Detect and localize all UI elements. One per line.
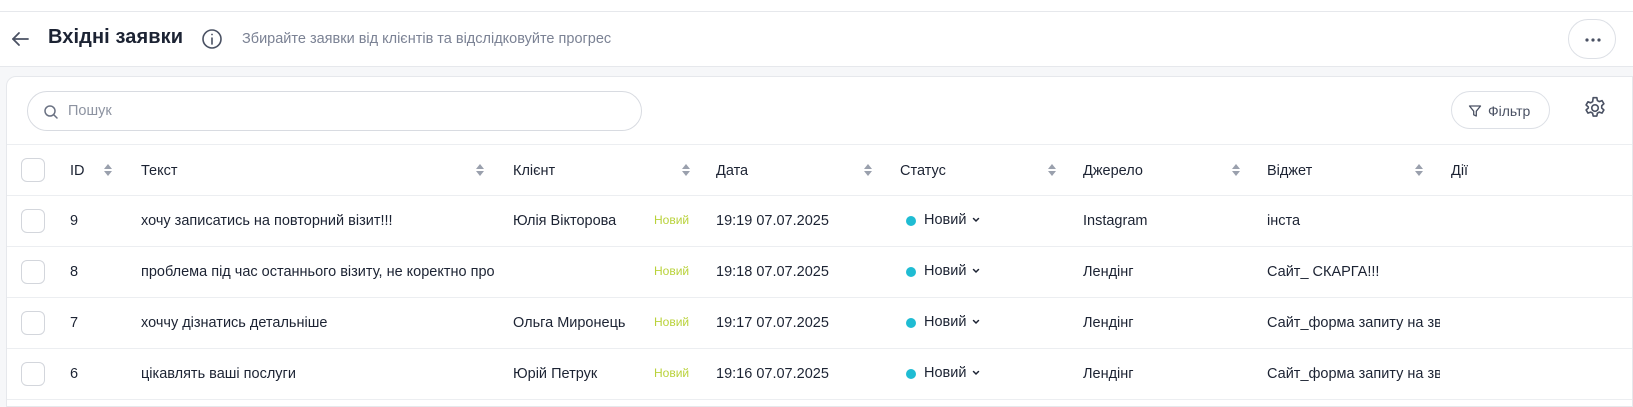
- status-dot: [906, 318, 916, 328]
- gear-icon[interactable]: [1582, 95, 1608, 121]
- sort-icon[interactable]: [103, 162, 113, 178]
- row-id: 9: [70, 213, 79, 229]
- row-checkbox[interactable]: [21, 311, 45, 335]
- row-date: 19:19 07.07.2025: [716, 213, 829, 229]
- row-widget: інста: [1267, 213, 1301, 229]
- row-date: 19:17 07.07.2025: [716, 315, 829, 331]
- client-status-badge: Новий: [654, 264, 690, 278]
- row-id: 6: [70, 366, 79, 382]
- status-label: Новий: [924, 212, 967, 228]
- row-text[interactable]: хоччу дізнатись детальніше: [141, 315, 501, 331]
- row-id: 7: [70, 315, 79, 331]
- column-header-status[interactable]: Статус: [900, 163, 946, 179]
- page-subtitle: Збирайте заявки від клієнтів та відслідк…: [242, 31, 612, 47]
- table-row[interactable]: 8 проблема під час останнього візиту, не…: [7, 247, 1632, 298]
- sort-icon[interactable]: [1414, 162, 1424, 178]
- row-checkbox[interactable]: [21, 362, 45, 386]
- row-text[interactable]: цікавлять ваші послуги: [141, 366, 501, 382]
- client-status-badge: Новий: [654, 213, 690, 227]
- row-text[interactable]: хочу записатись на повторний візит!!!: [141, 213, 501, 229]
- column-header-source[interactable]: Джерело: [1083, 163, 1143, 179]
- row-client[interactable]: Юлія Вікторова: [513, 213, 648, 229]
- page-title: Вхідні заявки: [48, 26, 184, 48]
- page-header: Вхідні заявки Збирайте заявки від клієнт…: [0, 12, 1633, 67]
- status-label: Новий: [924, 263, 967, 279]
- row-client[interactable]: Ольга Миронець: [513, 315, 648, 331]
- status-dot: [906, 216, 916, 226]
- client-status-badge: Новий: [654, 315, 690, 329]
- filter-button[interactable]: Фільтр: [1451, 91, 1550, 129]
- status-dropdown[interactable]: Новий: [900, 362, 990, 386]
- status-label: Новий: [924, 314, 967, 330]
- status-dropdown[interactable]: Новий: [900, 260, 990, 284]
- row-widget: Сайт_форма запиту на зво: [1267, 366, 1440, 382]
- sort-icon[interactable]: [863, 162, 873, 178]
- more-horizontal-icon: [1585, 38, 1601, 42]
- table-header: ID Текст Клієнт Дата Статус Джерело Відж…: [7, 144, 1632, 196]
- status-dot: [906, 369, 916, 379]
- row-checkbox[interactable]: [21, 260, 45, 284]
- row-widget: Сайт_ СКАРГА!!!: [1267, 264, 1380, 280]
- column-header-id[interactable]: ID: [70, 163, 85, 179]
- row-source: Лендінг: [1083, 315, 1134, 331]
- sort-icon[interactable]: [681, 162, 691, 178]
- top-strip: [0, 0, 1633, 12]
- more-actions-button[interactable]: [1568, 19, 1616, 59]
- status-dropdown[interactable]: Новий: [900, 209, 990, 233]
- row-id: 8: [70, 264, 79, 280]
- row-source: Лендінг: [1083, 366, 1134, 382]
- chevron-down-icon: [972, 268, 980, 274]
- row-date: 19:18 07.07.2025: [716, 264, 829, 280]
- column-header-actions: Дії: [1451, 163, 1469, 179]
- sort-icon[interactable]: [1231, 162, 1241, 178]
- info-icon[interactable]: [200, 27, 224, 51]
- chevron-down-icon: [972, 217, 980, 223]
- search-box[interactable]: [27, 91, 642, 131]
- chevron-down-icon: [972, 370, 980, 376]
- table-row[interactable]: 6 цікавлять ваші послуги Юрій Петрук Нов…: [7, 349, 1632, 400]
- row-source: Instagram: [1083, 213, 1148, 229]
- arrow-left-icon[interactable]: [8, 27, 32, 51]
- client-status-badge: Новий: [654, 366, 690, 380]
- status-dot: [906, 267, 916, 277]
- row-widget: Сайт_форма запиту на зво: [1267, 315, 1440, 331]
- search-input[interactable]: [68, 100, 628, 122]
- table-row[interactable]: 7 хоччу дізнатись детальніше Ольга Мирон…: [7, 298, 1632, 349]
- row-client[interactable]: Юрій Петрук: [513, 366, 648, 382]
- column-header-date[interactable]: Дата: [716, 163, 748, 179]
- table-row[interactable]: 9 хочу записатись на повторний візит!!! …: [7, 196, 1632, 247]
- column-header-widget[interactable]: Віджет: [1267, 163, 1312, 179]
- row-source: Лендінг: [1083, 264, 1134, 280]
- sort-icon[interactable]: [1047, 162, 1057, 178]
- filter-icon: [1468, 105, 1482, 117]
- filter-label: Фільтр: [1488, 103, 1531, 119]
- sort-icon[interactable]: [475, 162, 485, 178]
- row-text[interactable]: проблема під час останнього візиту, не к…: [141, 264, 501, 280]
- column-header-client[interactable]: Клієнт: [513, 163, 555, 179]
- select-all-checkbox[interactable]: [21, 158, 45, 182]
- requests-card: Фільтр ID Текст Клієнт Дата Статус Джере…: [6, 76, 1633, 407]
- row-checkbox[interactable]: [21, 209, 45, 233]
- chevron-down-icon: [972, 319, 980, 325]
- column-header-text[interactable]: Текст: [141, 163, 178, 179]
- row-date: 19:16 07.07.2025: [716, 366, 829, 382]
- search-icon: [44, 105, 58, 119]
- status-dropdown[interactable]: Новий: [900, 311, 990, 335]
- status-label: Новий: [924, 365, 967, 381]
